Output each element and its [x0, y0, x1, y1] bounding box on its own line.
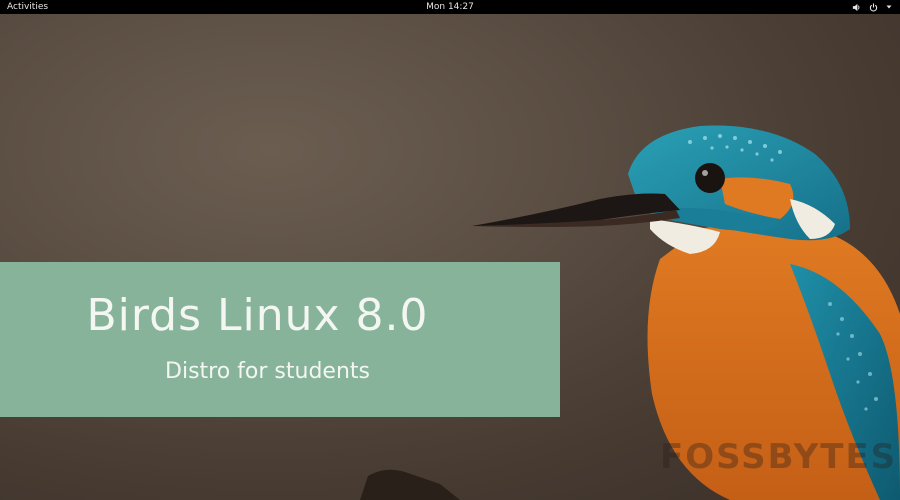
volume-icon[interactable] [852, 3, 861, 12]
clock-area: Mon 14:27 [0, 0, 900, 14]
distro-banner: Birds Linux 8.0 Distro for students [0, 262, 560, 417]
wallpaper: Birds Linux 8.0 Distro for students FOSS… [0, 14, 900, 500]
clock-button[interactable]: Mon 14:27 [426, 2, 474, 12]
kingfisher-bird-image [360, 125, 900, 500]
desktop: Activities Mon 14:27 Birds Linux 8.0 Dis… [0, 0, 900, 500]
power-icon[interactable] [869, 2, 878, 12]
system-tray[interactable] [852, 0, 892, 14]
banner-subtitle: Distro for students [165, 359, 370, 384]
dropdown-arrow-icon[interactable] [886, 4, 892, 10]
banner-title: Birds Linux 8.0 [86, 290, 429, 341]
top-bar: Activities Mon 14:27 [0, 0, 900, 14]
activities-button[interactable]: Activities [7, 0, 48, 14]
watermark-text: FOSSBYTES [660, 437, 898, 477]
